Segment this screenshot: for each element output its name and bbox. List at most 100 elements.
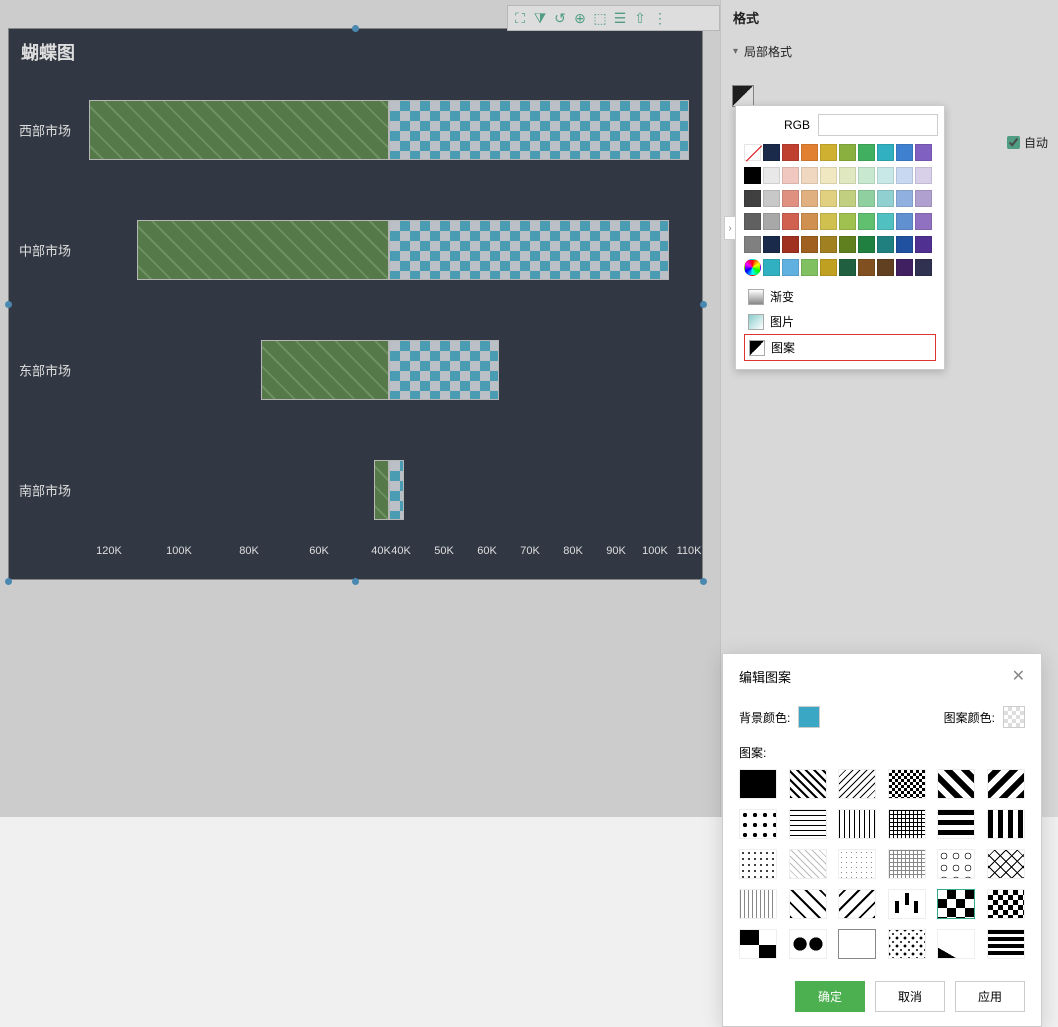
export-icon[interactable]: ⇧: [630, 8, 650, 28]
color-swatch[interactable]: [858, 213, 875, 230]
color-swatch[interactable]: [858, 236, 875, 253]
color-swatch[interactable]: [820, 236, 837, 253]
current-fill-swatch[interactable]: [732, 85, 754, 107]
pattern-swatch[interactable]: [987, 889, 1025, 919]
pattern-swatch[interactable]: [739, 889, 777, 919]
color-swatch[interactable]: [877, 259, 894, 276]
color-swatch[interactable]: [896, 167, 913, 184]
color-swatch[interactable]: [877, 213, 894, 230]
resize-handle[interactable]: [352, 578, 359, 585]
auto-checkbox[interactable]: [1007, 136, 1020, 149]
local-format-section[interactable]: 局部格式: [733, 39, 1046, 64]
color-swatch[interactable]: [896, 213, 913, 230]
color-swatch[interactable]: [763, 167, 780, 184]
resize-handle[interactable]: [700, 301, 707, 308]
color-swatch[interactable]: [839, 259, 856, 276]
color-swatch[interactable]: [801, 144, 818, 161]
color-swatch[interactable]: [801, 167, 818, 184]
color-swatch[interactable]: [801, 259, 818, 276]
pattern-swatch[interactable]: [888, 929, 926, 959]
pattern-swatch[interactable]: [789, 769, 827, 799]
bar-left-3[interactable]: [374, 460, 389, 520]
list-icon[interactable]: ☰: [610, 8, 630, 28]
color-swatch[interactable]: [744, 259, 761, 276]
pattern-swatch[interactable]: [987, 809, 1025, 839]
color-swatch[interactable]: [896, 259, 913, 276]
color-swatch[interactable]: [839, 144, 856, 161]
pattern-swatch[interactable]: [838, 769, 876, 799]
fill-pattern-option[interactable]: 图案: [744, 334, 936, 361]
color-swatch[interactable]: [896, 236, 913, 253]
pattern-swatch[interactable]: [888, 889, 926, 919]
pattern-swatch[interactable]: [987, 849, 1025, 879]
pattern-swatch[interactable]: [789, 849, 827, 879]
bar-right-0[interactable]: [389, 100, 689, 160]
color-swatch[interactable]: [820, 144, 837, 161]
bar-left-1[interactable]: [137, 220, 389, 280]
color-swatch[interactable]: [744, 236, 761, 253]
pattern-swatch[interactable]: [838, 929, 876, 959]
color-swatch[interactable]: [858, 144, 875, 161]
bg-color-swatch[interactable]: [798, 706, 820, 728]
color-swatch[interactable]: [896, 144, 913, 161]
color-swatch[interactable]: [915, 167, 932, 184]
apply-button[interactable]: 应用: [955, 981, 1025, 1012]
fill-image-option[interactable]: 图片: [744, 309, 936, 334]
color-swatch[interactable]: [744, 190, 761, 207]
color-swatch[interactable]: [763, 190, 780, 207]
ok-button[interactable]: 确定: [795, 981, 865, 1012]
pattern-swatch[interactable]: [888, 849, 926, 879]
more-icon[interactable]: ⋮: [650, 8, 670, 28]
color-swatch[interactable]: [782, 167, 799, 184]
pattern-swatch[interactable]: [789, 809, 827, 839]
color-swatch[interactable]: [896, 190, 913, 207]
color-swatch[interactable]: [839, 213, 856, 230]
pattern-swatch[interactable]: [739, 849, 777, 879]
color-swatch[interactable]: [801, 236, 818, 253]
filter-icon[interactable]: ⧩: [530, 8, 550, 28]
color-swatch[interactable]: [915, 144, 932, 161]
cancel-button[interactable]: 取消: [875, 981, 945, 1012]
pattern-swatch[interactable]: [937, 929, 975, 959]
resize-handle[interactable]: [5, 578, 12, 585]
pattern-swatch[interactable]: [789, 889, 827, 919]
color-swatch[interactable]: [915, 190, 932, 207]
rotate-icon[interactable]: ↺: [550, 8, 570, 28]
bar-right-3[interactable]: [389, 460, 404, 520]
pattern-swatch[interactable]: [838, 849, 876, 879]
pattern-swatch[interactable]: [739, 769, 777, 799]
color-swatch[interactable]: [820, 213, 837, 230]
bar-right-2[interactable]: [389, 340, 499, 400]
zoom-icon[interactable]: ⊕: [570, 8, 590, 28]
pattern-swatch[interactable]: [937, 889, 975, 919]
color-swatch[interactable]: [877, 144, 894, 161]
color-swatch[interactable]: [801, 190, 818, 207]
color-swatch[interactable]: [839, 167, 856, 184]
color-swatch[interactable]: [858, 259, 875, 276]
color-swatch[interactable]: [782, 236, 799, 253]
resize-handle[interactable]: [352, 25, 359, 32]
bar-left-0[interactable]: [89, 100, 389, 160]
color-swatch[interactable]: [858, 190, 875, 207]
pattern-swatch[interactable]: [937, 809, 975, 839]
pattern-swatch[interactable]: [739, 929, 777, 959]
color-swatch[interactable]: [763, 213, 780, 230]
color-swatch[interactable]: [782, 190, 799, 207]
color-swatch[interactable]: [839, 190, 856, 207]
color-swatch[interactable]: [744, 144, 761, 161]
close-icon[interactable]: ✕: [1012, 666, 1025, 686]
pattern-swatch[interactable]: [888, 809, 926, 839]
color-swatch[interactable]: [877, 236, 894, 253]
color-swatch[interactable]: [744, 167, 761, 184]
pattern-swatch[interactable]: [838, 809, 876, 839]
resize-handle[interactable]: [5, 301, 12, 308]
collapse-chevron-icon[interactable]: ›: [724, 216, 736, 240]
color-swatch[interactable]: [782, 144, 799, 161]
pattern-swatch[interactable]: [838, 889, 876, 919]
color-swatch[interactable]: [782, 213, 799, 230]
pattern-swatch[interactable]: [987, 769, 1025, 799]
fill-gradient-option[interactable]: 渐变: [744, 284, 936, 309]
pattern-swatch[interactable]: [789, 929, 827, 959]
fg-color-swatch[interactable]: [1003, 706, 1025, 728]
color-swatch[interactable]: [915, 259, 932, 276]
